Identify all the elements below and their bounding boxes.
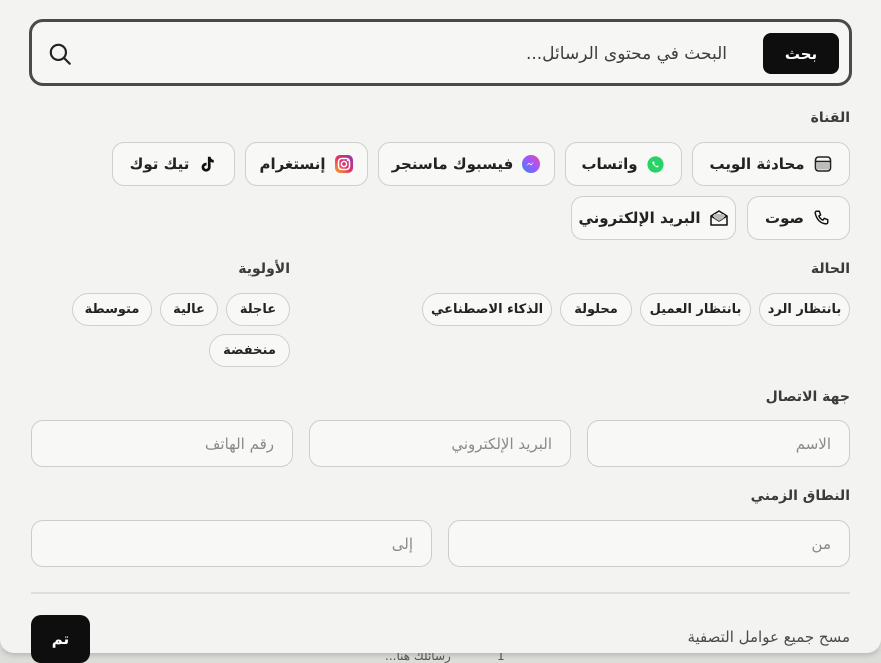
status-resolved[interactable]: محلولة (560, 293, 632, 326)
search-button[interactable]: بحث (763, 33, 839, 74)
tiktok-icon (197, 154, 217, 174)
clear-filters-link[interactable]: مسح جميع عوامل التصفية (687, 628, 850, 646)
channel-label-tiktok: تيك توك (129, 155, 190, 173)
time-to-field (31, 520, 432, 567)
search-input[interactable] (167, 36, 727, 71)
envelope-icon (709, 208, 729, 228)
channel-messenger[interactable]: فيسبوك ماسنجر (378, 142, 555, 186)
contact-email-input[interactable] (310, 421, 570, 466)
channel-label-whatsapp: واتساب (581, 155, 638, 173)
instagram-icon (334, 154, 354, 174)
channel-web-chat[interactable]: محادثة الويب (692, 142, 850, 186)
phone-icon (812, 208, 832, 228)
status-ai[interactable]: الذكاء الاصطناعي (422, 293, 552, 326)
time-from-input[interactable] (449, 521, 849, 566)
time-to-input[interactable] (32, 521, 431, 566)
filter-panel: بحث القناة محادثة الويب واتساب فيسبوك ما… (0, 0, 881, 653)
priority-urgent[interactable]: عاجلة (226, 293, 290, 326)
time-range-label: النطاق الزمني (750, 488, 850, 504)
status-awaiting-reply[interactable]: بانتظار الرد (759, 293, 850, 326)
channel-whatsapp[interactable]: واتساب (565, 142, 682, 186)
status-awaiting-customer[interactable]: بانتظار العميل (640, 293, 751, 326)
channel-label-email: البريد الإلكتروني (578, 209, 701, 227)
contact-label: جهة الاتصال (765, 389, 850, 405)
channel-label-voice: صوت (765, 209, 804, 227)
whatsapp-icon (646, 154, 666, 174)
channel-instagram[interactable]: إنستغرام (245, 142, 368, 186)
channel-label: القناة (810, 110, 850, 126)
contact-name-field (587, 420, 850, 467)
priority-low[interactable]: منخفضة (209, 334, 290, 367)
channel-voice[interactable]: صوت (747, 196, 850, 240)
search-bar: بحث (29, 19, 852, 86)
web-chat-icon (813, 154, 833, 174)
channel-label-messenger: فيسبوك ماسنجر (391, 155, 514, 173)
channel-email[interactable]: البريد الإلكتروني (571, 196, 736, 240)
priority-label: الأولوية (238, 261, 290, 277)
channel-label-web-chat: محادثة الويب (709, 155, 805, 173)
status-label: الحالة (810, 261, 850, 277)
contact-email-field (309, 420, 571, 467)
search-icon[interactable] (47, 41, 73, 67)
contact-phone-field (31, 420, 293, 467)
priority-medium[interactable]: متوسطة (72, 293, 152, 326)
messenger-icon (521, 154, 541, 174)
channel-tiktok[interactable]: تيك توك (112, 142, 235, 186)
priority-high[interactable]: عالية (160, 293, 218, 326)
time-from-field (448, 520, 850, 567)
channel-label-instagram: إنستغرام (259, 155, 326, 173)
done-button[interactable]: تم (31, 615, 90, 663)
contact-phone-input[interactable] (32, 421, 292, 466)
footer-divider (31, 592, 850, 594)
contact-name-input[interactable] (588, 421, 849, 466)
